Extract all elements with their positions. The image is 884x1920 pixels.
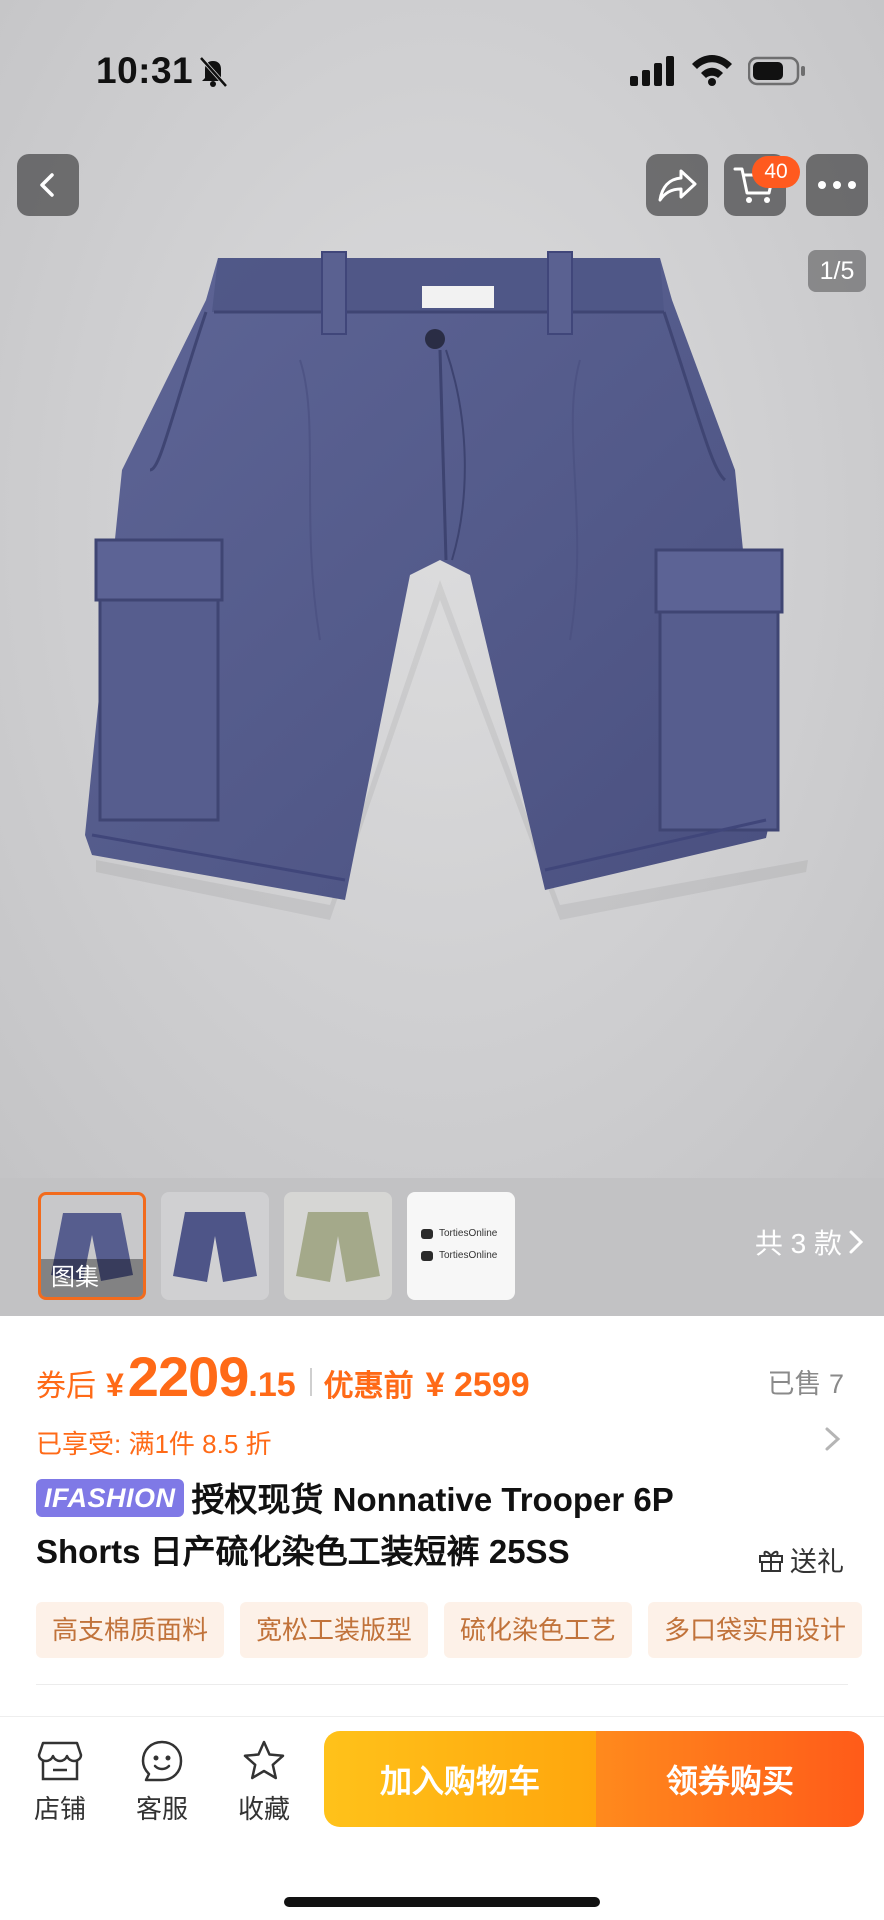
more-options-button[interactable] [806, 154, 868, 216]
status-bar: 10:31 [0, 0, 884, 140]
chevron-right-icon [849, 1230, 864, 1254]
product-info-card: 券后 ¥ 2209 .15 优惠前 ¥ 2599 已售 7 已享受: 满1件 8… [0, 1316, 884, 1716]
battery-icon [748, 56, 805, 86]
customer-service-icon [141, 1740, 183, 1782]
variants-count-label: 共 3 款 [754, 1228, 842, 1259]
star-icon [243, 1740, 285, 1780]
divider [36, 1684, 848, 1685]
product-image-gallery[interactable]: 10:31 40 1/5 [0, 0, 884, 1180]
watermark-line: TortiesOnline [421, 1250, 497, 1261]
buy-with-coupon-button[interactable]: 领券购买 [596, 1731, 864, 1827]
feature-tag[interactable]: 宽松工装版型 [240, 1602, 429, 1658]
image-page-counter: 1/5 [808, 250, 866, 292]
more-dots-icon [818, 181, 856, 189]
home-indicator[interactable] [284, 1897, 600, 1907]
variants-count-link[interactable]: 共 3 款 [755, 1222, 864, 1262]
gift-label: 送礼 [790, 1547, 844, 1577]
gift-button[interactable]: 送礼 [758, 1540, 844, 1579]
watermark-line: TortiesOnline [421, 1228, 497, 1239]
store-icon [37, 1741, 83, 1781]
price-decimal: .15 [248, 1366, 296, 1404]
silent-bell-icon [199, 56, 228, 88]
price-integer: 2209 [127, 1345, 250, 1408]
wechat-icon [421, 1228, 433, 1239]
sold-count: 已售 7 [767, 1369, 844, 1399]
thumbnail-gallery-label: 图集 [41, 1259, 143, 1297]
cellular-signal-icon [630, 56, 674, 86]
gift-icon [759, 1550, 783, 1572]
customer-service-button[interactable]: 客服 [122, 1739, 202, 1826]
navy-shorts-image [173, 1212, 257, 1282]
brand-tag: IFASHION [36, 1479, 184, 1517]
price-separator [309, 1368, 312, 1396]
thumbnail-variant-navy[interactable] [161, 1192, 269, 1300]
feature-tag[interactable]: 高支棉质面料 [36, 1602, 225, 1658]
wifi-icon [692, 55, 732, 86]
bottom-action-bar: 店铺 客服 收藏 加入购物车 领券购买 [0, 1716, 884, 1920]
promotion-text[interactable]: 已享受: 满1件 8.5 折 [36, 1424, 272, 1461]
variant-thumbnail-strip: 图集 TortiesOnline TortiesOnline 共 3 款 [0, 1178, 884, 1316]
customer-service-label: 客服 [135, 1794, 188, 1824]
add-to-cart-button[interactable]: 加入购物车 [324, 1731, 596, 1827]
feature-tag[interactable]: 多口袋实用设计 [648, 1602, 863, 1658]
thumbnail-gallery[interactable]: 图集 [38, 1192, 146, 1300]
share-icon [658, 169, 697, 202]
store-label: 店铺 [33, 1794, 86, 1824]
store-button[interactable]: 店铺 [20, 1739, 100, 1826]
olive-shorts-image [296, 1212, 380, 1282]
feature-tags: 高支棉质面料 宽松工装版型 硫化染色工艺 多口袋实用设计 [36, 1602, 884, 1662]
thumbnail-variant-olive[interactable] [284, 1192, 392, 1300]
share-button[interactable] [646, 154, 708, 216]
price-row: 券后 ¥ 2209 .15 优惠前 ¥ 2599 [36, 1344, 530, 1408]
chevron-left-icon [40, 173, 54, 197]
watermark-text: TortiesOnline [439, 1250, 498, 1261]
thumbnail-watermark-card[interactable]: TortiesOnline TortiesOnline [407, 1192, 515, 1300]
status-time: 10:31 [96, 50, 194, 91]
back-button[interactable] [17, 154, 79, 216]
feature-tag[interactable]: 硫化染色工艺 [444, 1602, 633, 1658]
watermark-text: TortiesOnline [439, 1228, 498, 1239]
favorite-button[interactable]: 收藏 [224, 1739, 304, 1826]
product-title: IFASHION 授权现货 Nonnative Trooper 6P Shorts… [36, 1474, 756, 1578]
weibo-icon [421, 1250, 433, 1261]
currency-symbol: ¥ [106, 1367, 124, 1403]
chevron-right-icon[interactable] [822, 1424, 844, 1454]
favorite-label: 收藏 [237, 1794, 290, 1824]
cart-count-badge: 40 [752, 156, 800, 188]
after-coupon-label: 券后 [36, 1370, 96, 1403]
original-price-label: 优惠前 [323, 1370, 414, 1403]
original-price: ¥ 2599 [425, 1366, 530, 1404]
